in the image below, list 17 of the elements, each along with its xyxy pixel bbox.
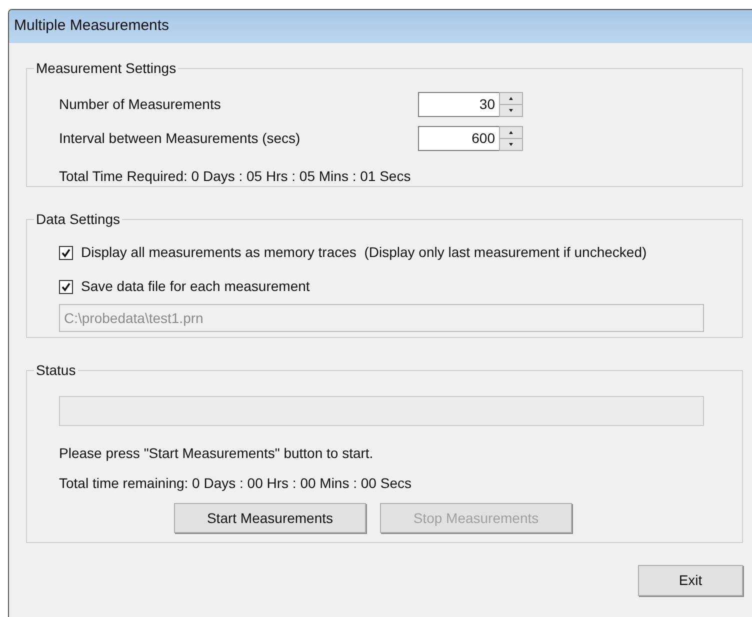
number-field[interactable]: 600	[418, 126, 499, 150]
group-title: Data Settings	[35, 210, 122, 229]
group-title: Measurement Settings	[35, 59, 178, 78]
field-label: Interval between Measurements (secs)	[59, 128, 302, 148]
number-field[interactable]: 30	[418, 92, 499, 116]
remaining-time-text: Total time remaining: 0 Days : 00 Hrs : 00 Mins : 00 Secs	[59, 474, 412, 493]
checkbox-label: Display all measurements as memory traces (Display only last measurement if unchecked)	[81, 243, 647, 262]
exit-button[interactable]: Exit	[638, 565, 743, 596]
field-label: Number of Measurements	[59, 94, 222, 114]
status-message: Please press "Start Measurements" button to start.	[59, 444, 374, 463]
window-title: Multiple Measurements	[14, 16, 170, 36]
checkbox[interactable]	[59, 280, 73, 294]
checkbox[interactable]	[59, 246, 73, 260]
total-time-text: Total Time Required: 0 Days : 05 Hrs : 05 Mins : 01 Secs	[59, 167, 411, 186]
group-title: Status	[35, 361, 77, 380]
start-button[interactable]: Start Measurements	[174, 503, 366, 533]
checkbox-label: Save data file for each measurement	[81, 277, 310, 296]
